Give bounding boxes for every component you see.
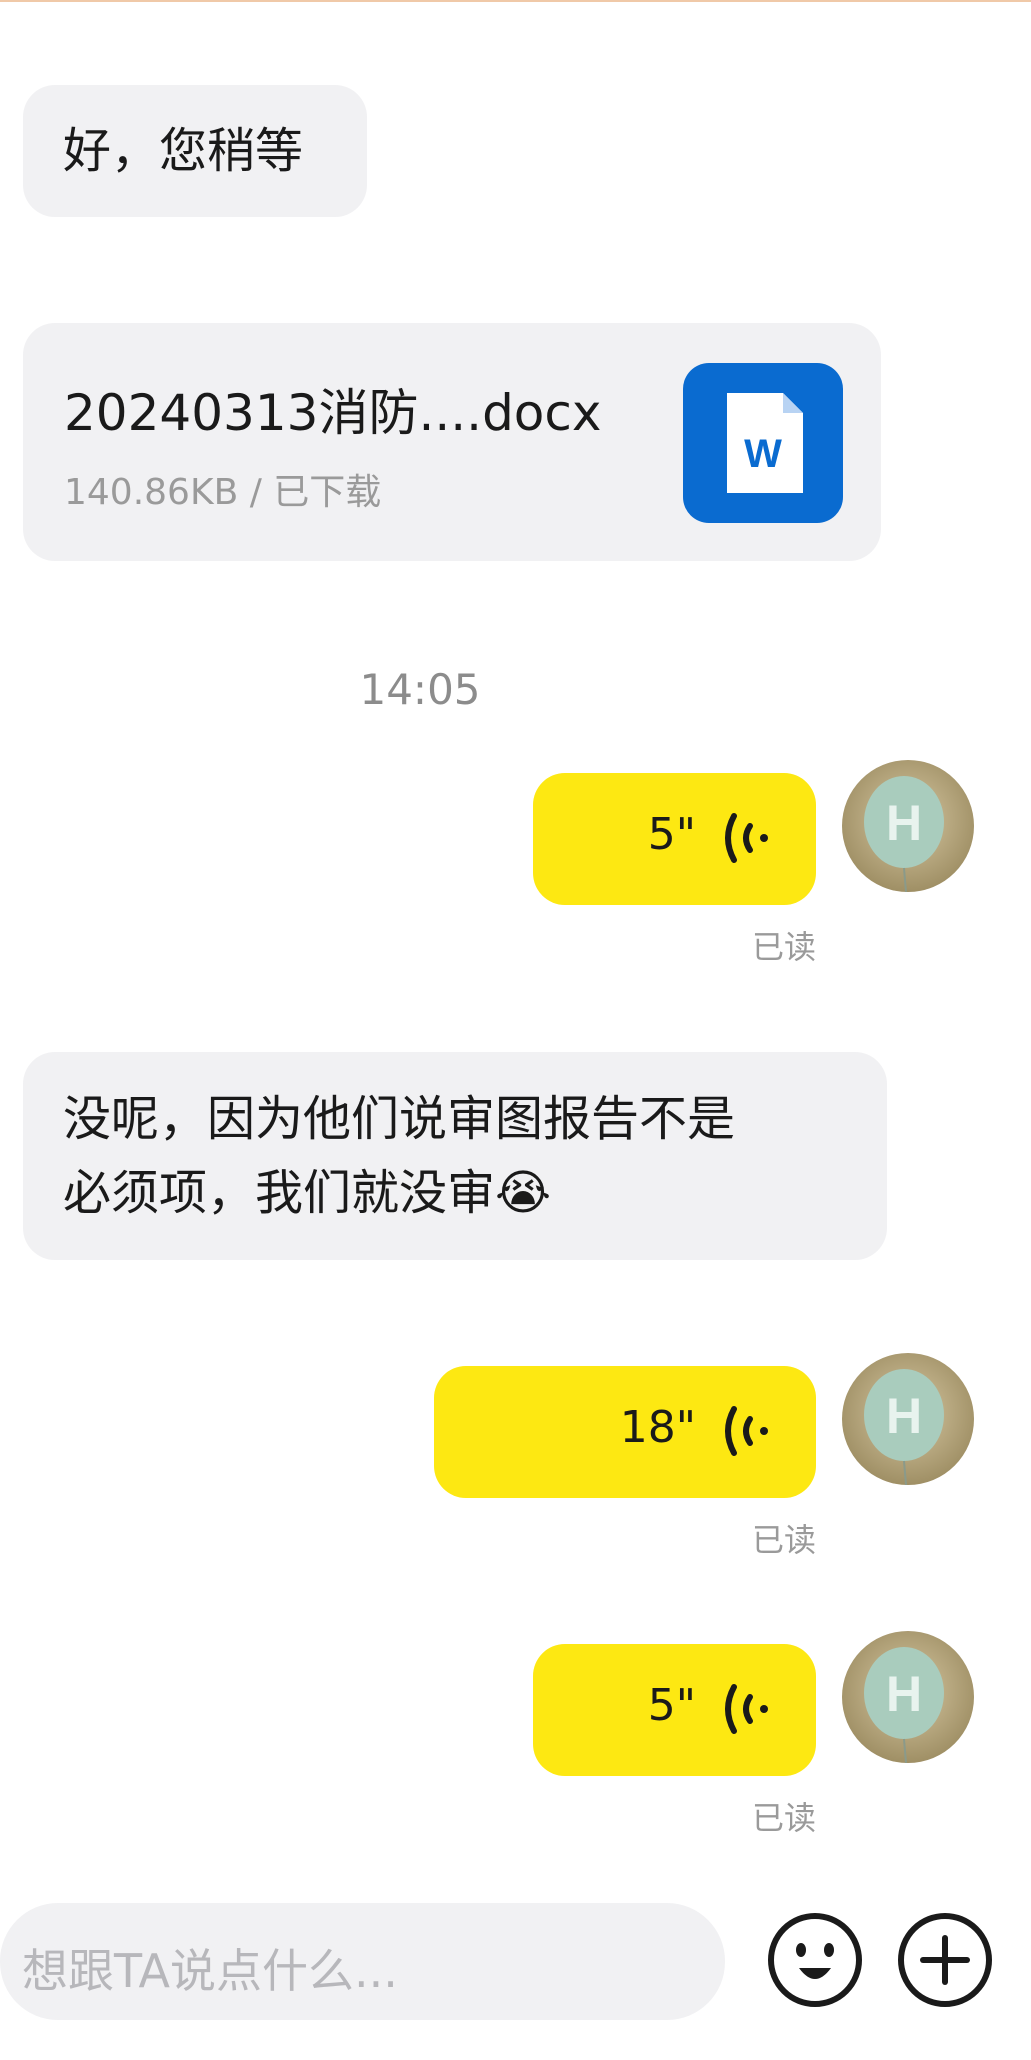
top-divider xyxy=(0,0,1031,2)
read-status: 已读 xyxy=(751,1521,816,1559)
file-size-status: 140.86KB / 已下载 xyxy=(64,472,382,513)
voice-message-bubble[interactable]: 5" xyxy=(533,1644,816,1776)
voice-message-bubble[interactable]: 5" xyxy=(533,773,816,905)
message-input-placeholder: 想跟TA说点什么... xyxy=(22,1944,398,1998)
input-bar: 想跟TA说点什么... xyxy=(0,1865,1031,2060)
plus-circle-icon xyxy=(898,1913,992,2007)
message-text-line-2: 必须项，我们就没审😭 xyxy=(63,1156,551,1230)
word-doc-icon: W xyxy=(683,363,843,523)
smiley-face-icon xyxy=(768,1913,862,2007)
emoji-button[interactable] xyxy=(765,1910,865,2010)
avatar[interactable]: H xyxy=(842,1353,974,1485)
voice-duration: 5" xyxy=(647,809,696,860)
svg-text:H: H xyxy=(886,1388,922,1444)
read-status: 已读 xyxy=(751,928,816,966)
message-text-line-2-text: 必须项，我们就没审 xyxy=(63,1165,496,1221)
avatar[interactable]: H xyxy=(842,1631,974,1763)
avatar[interactable]: H xyxy=(842,760,974,892)
message-bubble-incoming[interactable]: 没呢，因为他们说审图报告不是 必须项，我们就没审😭 xyxy=(23,1052,887,1260)
read-status: 已读 xyxy=(751,1799,816,1837)
message-timestamp: 14:05 xyxy=(359,665,481,714)
plus-button[interactable] xyxy=(895,1910,995,2010)
file-message-bubble[interactable]: 20240313消防....docx 140.86KB / 已下载 W xyxy=(23,323,881,561)
file-name: 20240313消防....docx xyxy=(64,384,602,442)
voice-wave-icon xyxy=(725,1406,768,1456)
voice-duration: 18" xyxy=(619,1402,696,1453)
voice-wave-icon xyxy=(725,813,768,863)
svg-text:W: W xyxy=(744,432,782,476)
voice-wave-icon xyxy=(725,1684,768,1734)
message-bubble-incoming[interactable]: 好，您稍等 xyxy=(23,85,367,217)
message-text: 好，您稍等 xyxy=(63,123,304,179)
crying-laughing-emoji-icon: 😭 xyxy=(495,1165,552,1221)
message-text-line-1: 没呢，因为他们说审图报告不是 xyxy=(63,1091,736,1147)
voice-duration: 5" xyxy=(647,1680,696,1731)
svg-text:H: H xyxy=(886,1666,922,1722)
voice-message-bubble[interactable]: 18" xyxy=(434,1366,816,1498)
svg-text:H: H xyxy=(886,795,922,851)
message-input[interactable]: 想跟TA说点什么... xyxy=(0,1903,725,2020)
